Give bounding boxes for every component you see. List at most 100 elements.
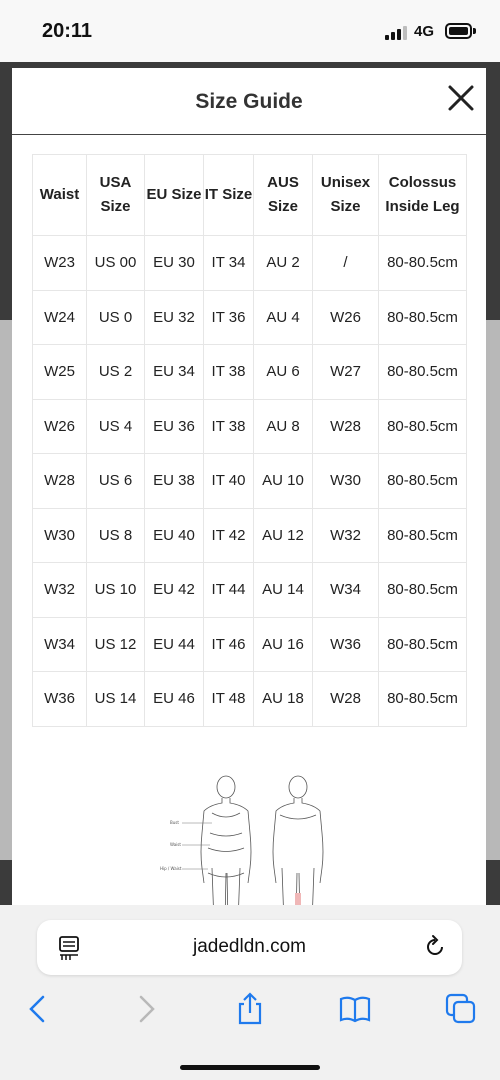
size-guide-modal: Size Guide Waist USA Size EU Size IT Size AU… xyxy=(12,68,486,920)
table-cell: W28 xyxy=(312,398,379,454)
table-header-cell: AUS Size xyxy=(253,154,313,236)
table-row: W36 US 14 EU 46 IT 48 AU 18 W28 80-80.5cm xyxy=(32,671,467,727)
table-cell: EU 30 xyxy=(144,235,204,291)
table-cell: W32 xyxy=(32,562,87,618)
table-cell: W26 xyxy=(32,398,87,454)
table-cell: W32 xyxy=(312,507,379,563)
url-text[interactable]: jadedldn.com xyxy=(37,936,462,958)
table-header-cell: Colossus Inside Leg xyxy=(378,154,467,236)
table-header-cell: IT Size xyxy=(203,154,254,236)
label-waist: Waist xyxy=(170,842,181,847)
table-cell: AU 6 xyxy=(253,344,313,400)
table-cell: W27 xyxy=(312,344,379,400)
status-bar: 20:11 4G xyxy=(0,0,500,62)
back-figure xyxy=(272,775,324,920)
table-header-cell: EU Size xyxy=(144,154,204,236)
size-table: Waist USA Size EU Size IT Size AUS Size Unise… xyxy=(32,154,467,727)
network-label: 4G xyxy=(414,23,435,40)
table-cell: US 00 xyxy=(86,235,145,291)
table-cell: W26 xyxy=(312,289,379,345)
home-indicator xyxy=(180,1065,320,1070)
table-cell: 80-80.5cm xyxy=(378,507,467,563)
front-figure xyxy=(200,775,252,920)
table-cell: W23 xyxy=(32,235,87,291)
table-cell: W28 xyxy=(32,453,87,509)
table-body: W23 US 00 EU 30 IT 34 AU 2/80-80.5cm W24 US 0E… xyxy=(32,235,467,727)
table-cell: IT 38 xyxy=(203,344,254,400)
table-cell: US 10 xyxy=(86,562,145,618)
table-cell: W34 xyxy=(32,616,87,672)
table-cell: IT 48 xyxy=(203,671,254,727)
table-cell: W30 xyxy=(312,453,379,509)
table-cell: EU 38 xyxy=(144,453,204,509)
table-cell: / xyxy=(312,235,379,291)
reload-icon[interactable] xyxy=(422,934,448,960)
table-cell: US 0 xyxy=(86,289,145,345)
table-header-row: Waist USA Size EU Size IT Size AUS Size Unise… xyxy=(32,154,467,236)
forward-icon[interactable] xyxy=(128,991,164,1027)
table-cell: 80-80.5cm xyxy=(378,235,467,291)
table-cell: AU 4 xyxy=(253,289,313,345)
table-cell: W25 xyxy=(32,344,87,400)
table-cell: W36 xyxy=(32,671,87,727)
table-row: W30 US 8 EU 40 IT 42 AU 12 W32 80-80.5cm xyxy=(32,507,467,563)
table-cell: AU 12 xyxy=(253,507,313,563)
status-time: 20:11 xyxy=(42,20,93,42)
table-cell: EU 36 xyxy=(144,398,204,454)
table-row: W28 US 6 EU 38 IT 40 AU 10 W30 80-80.5cm xyxy=(32,453,467,509)
table-cell: W24 xyxy=(32,289,87,345)
table-cell: 80-80.5cm xyxy=(378,616,467,672)
table-cell: W36 xyxy=(312,616,379,672)
table-cell: IT 38 xyxy=(203,398,254,454)
table-cell: US 6 xyxy=(86,453,145,509)
close-button[interactable] xyxy=(446,83,476,113)
table-cell: W28 xyxy=(312,671,379,727)
table-cell: AU 16 xyxy=(253,616,313,672)
bookmarks-icon[interactable] xyxy=(337,991,373,1027)
table-cell: EU 46 xyxy=(144,671,204,727)
table-cell: US 8 xyxy=(86,507,145,563)
label-hip: Hip / Waist xyxy=(160,866,182,871)
table-cell: US 12 xyxy=(86,616,145,672)
table-cell: 80-80.5cm xyxy=(378,344,467,400)
table-cell: US 4 xyxy=(86,398,145,454)
battery-icon xyxy=(445,23,472,39)
table-cell: EU 32 xyxy=(144,289,204,345)
table-cell: US 2 xyxy=(86,344,145,400)
table-cell: IT 40 xyxy=(203,453,254,509)
signal-icon xyxy=(385,26,407,40)
share-icon[interactable] xyxy=(232,991,268,1027)
table-row: W34 US 12 EU 44 IT 46 AU 16 W36 80-80.5cm xyxy=(32,616,467,672)
table-cell: IT 42 xyxy=(203,507,254,563)
close-icon xyxy=(448,85,474,111)
body-measurement-diagram: Bust Waist Hip / Waist xyxy=(160,775,324,920)
table-cell: IT 34 xyxy=(203,235,254,291)
label-bust: Bust xyxy=(170,820,179,825)
battery-tip xyxy=(473,28,476,34)
table-cell: EU 42 xyxy=(144,562,204,618)
table-cell: W30 xyxy=(32,507,87,563)
table-row: W24 US 0 EU 32 IT 36 AU 4 W26 80-80.5cm xyxy=(32,289,467,345)
table-cell: US 14 xyxy=(86,671,145,727)
table-cell: W34 xyxy=(312,562,379,618)
table-row: W32 US 10 EU 42 IT 44 AU 14 W34 80-80.5cm xyxy=(32,562,467,618)
browser-bottom-bar: jadedldn.com xyxy=(0,905,500,1080)
table-cell: 80-80.5cm xyxy=(378,562,467,618)
table-header-cell: Unisex Size xyxy=(312,154,379,236)
table-cell: 80-80.5cm xyxy=(378,398,467,454)
table-cell: AU 14 xyxy=(253,562,313,618)
modal-title: Size Guide xyxy=(195,90,303,113)
table-cell: EU 34 xyxy=(144,344,204,400)
address-bar[interactable]: jadedldn.com xyxy=(37,920,462,975)
table-cell: AU 18 xyxy=(253,671,313,727)
table-cell: EU 44 xyxy=(144,616,204,672)
table-cell: 80-80.5cm xyxy=(378,671,467,727)
table-cell: 80-80.5cm xyxy=(378,289,467,345)
back-icon[interactable] xyxy=(20,991,56,1027)
tabs-icon[interactable] xyxy=(443,991,479,1027)
table-header-cell: Waist xyxy=(32,154,87,236)
table-cell: AU 2 xyxy=(253,235,313,291)
table-cell: IT 46 xyxy=(203,616,254,672)
table-cell: 80-80.5cm xyxy=(378,453,467,509)
table-cell: AU 10 xyxy=(253,453,313,509)
